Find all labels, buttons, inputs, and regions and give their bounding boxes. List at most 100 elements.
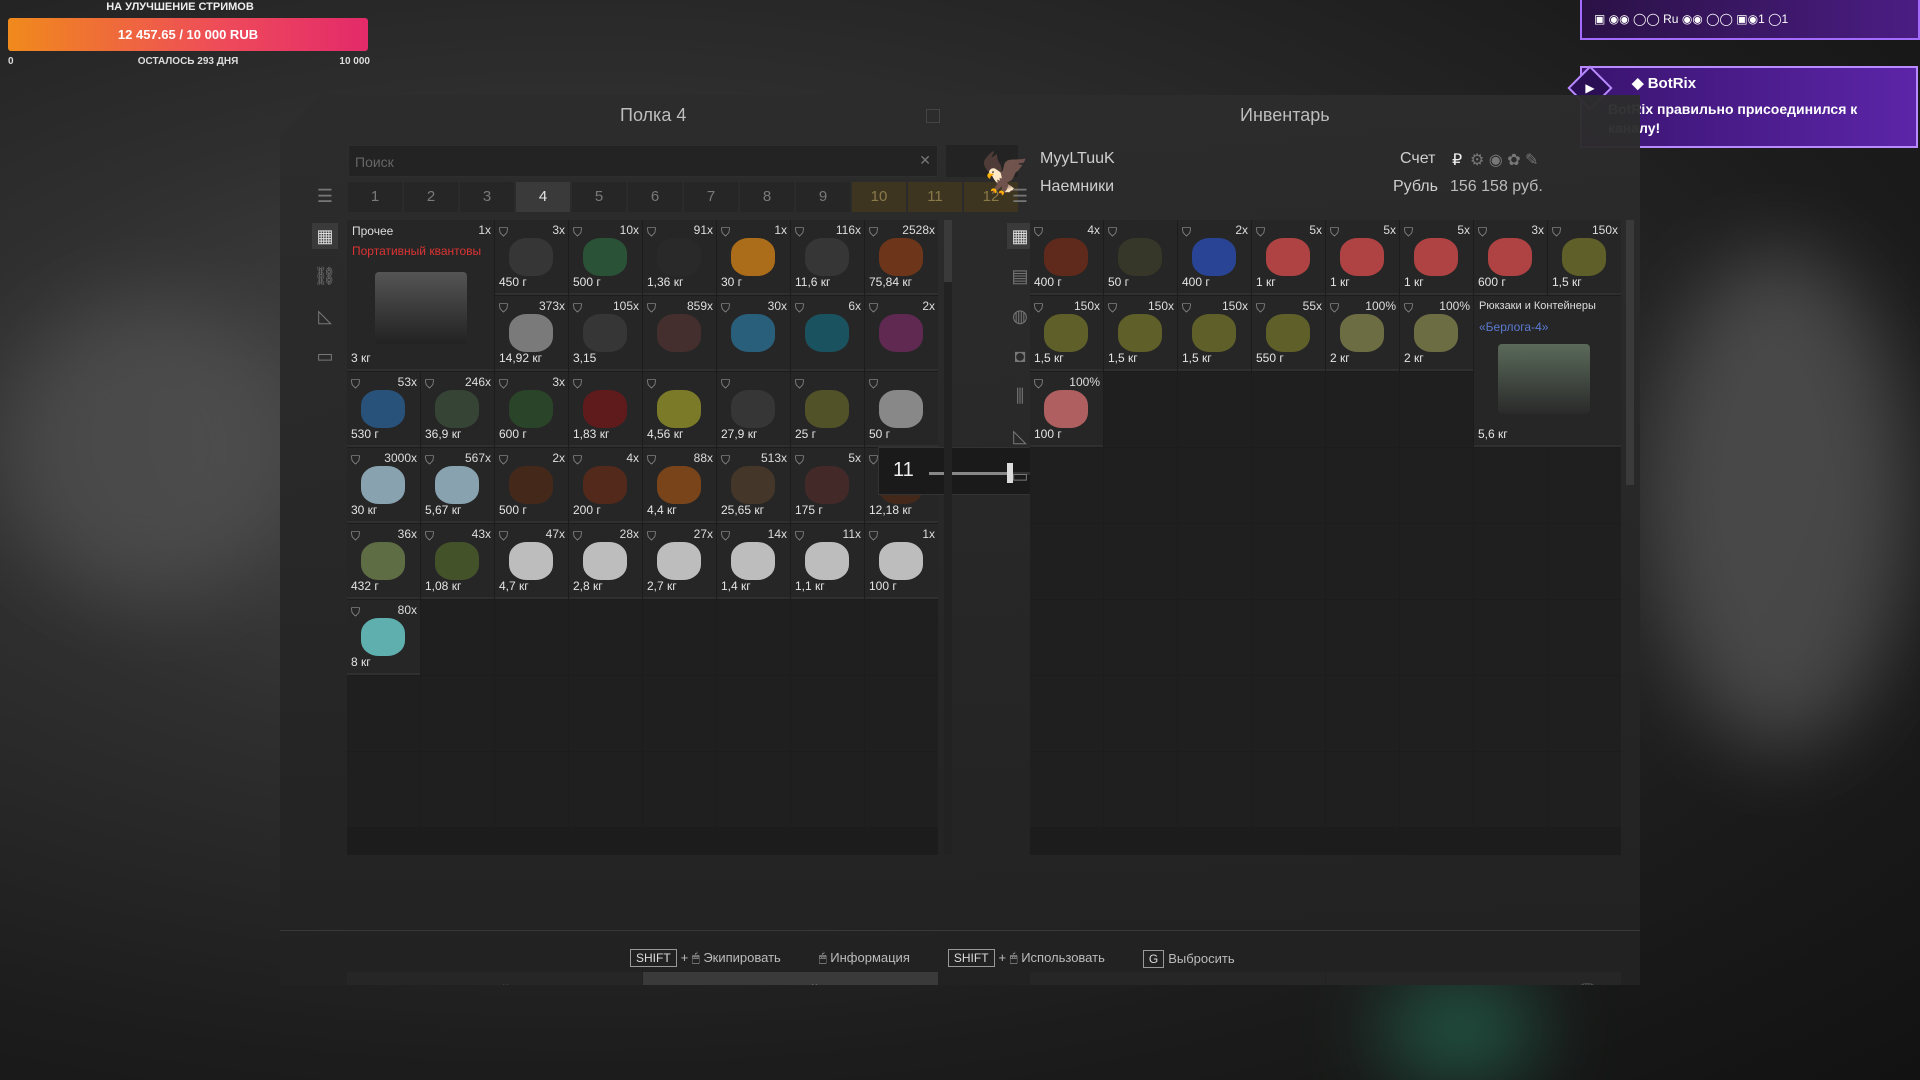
shelf-tab-11[interactable]: 11 (908, 182, 962, 212)
item-slot[interactable]: ⛉ 4x 200 г (569, 448, 642, 523)
empty-slot[interactable] (1400, 752, 1473, 827)
empty-slot[interactable] (347, 752, 420, 827)
shelf-info-icon[interactable] (926, 109, 940, 123)
empty-slot[interactable] (1474, 600, 1547, 675)
grid-view-icon[interactable]: ▦ (312, 223, 338, 249)
item-slot[interactable]: ⛉ 373x 14,92 кг (495, 296, 568, 371)
empty-slot[interactable] (1178, 524, 1251, 599)
clear-search-icon[interactable]: ✕ (919, 152, 931, 169)
shelf-tab-5[interactable]: 5 (572, 182, 626, 212)
empty-slot[interactable] (1474, 524, 1547, 599)
item-slot[interactable]: ⛉ 3x 450 г (495, 220, 568, 295)
empty-slot[interactable] (1252, 524, 1325, 599)
empty-slot[interactable] (1400, 676, 1473, 751)
item-slot[interactable]: ⛉ 53x 530 г (347, 372, 420, 447)
empty-slot[interactable] (1326, 600, 1399, 675)
shelf-scrollbar[interactable] (944, 220, 952, 282)
empty-slot[interactable] (1400, 524, 1473, 599)
shelf-tab-1[interactable]: 1 (348, 182, 402, 212)
featured-item[interactable]: Прочее 1x Портативный квантовы 3 кг (347, 220, 494, 371)
item-slot[interactable]: ⛉ 3000x 30 кг (347, 448, 420, 523)
empty-slot[interactable] (1400, 372, 1473, 447)
empty-slot[interactable] (1104, 524, 1177, 599)
search-input[interactable]: Поиск ✕ (348, 145, 938, 177)
item-slot[interactable]: ⛉ 4,56 кг (643, 372, 716, 447)
ruble-icon[interactable]: ₽ (1452, 150, 1462, 170)
empty-slot[interactable] (569, 752, 642, 827)
item-slot[interactable]: ⛉ 116x 11,6 кг (791, 220, 864, 295)
empty-slot[interactable] (1030, 524, 1103, 599)
item-slot[interactable]: ⛉ 4x 400 г (1030, 220, 1103, 295)
item-slot[interactable]: ⛉ 14x 1,4 кг (717, 524, 790, 599)
shelf-tab-4[interactable]: 4 (516, 182, 570, 212)
item-slot[interactable]: ⛉ 55x 550 г (1252, 296, 1325, 371)
empty-slot[interactable] (495, 752, 568, 827)
empty-slot[interactable] (495, 676, 568, 751)
item-slot[interactable]: ⛉ 567x 5,67 кг (421, 448, 494, 523)
empty-slot[interactable] (1474, 676, 1547, 751)
item-slot[interactable]: ⛉ 100% 2 кг (1326, 296, 1399, 371)
empty-slot[interactable] (1030, 752, 1103, 827)
empty-slot[interactable] (643, 752, 716, 827)
empty-slot[interactable] (1326, 676, 1399, 751)
empty-slot[interactable] (1030, 600, 1103, 675)
empty-slot[interactable] (421, 676, 494, 751)
empty-slot[interactable] (1104, 448, 1177, 523)
empty-slot[interactable] (1548, 448, 1621, 523)
shelf-tab-7[interactable]: 7 (684, 182, 738, 212)
item-slot[interactable]: ⛉ 10x 500 г (569, 220, 642, 295)
item-slot[interactable]: ⛉ 150x 1,5 кг (1030, 296, 1103, 371)
item-slot[interactable]: ⛉ 11x 1,1 кг (791, 524, 864, 599)
empty-slot[interactable] (717, 676, 790, 751)
link-icon[interactable]: ⛓ (312, 263, 338, 289)
item-slot[interactable]: ⛉ 36x 432 г (347, 524, 420, 599)
item-slot[interactable]: ⛉ 28x 2,8 кг (569, 524, 642, 599)
empty-slot[interactable] (1104, 676, 1177, 751)
empty-slot[interactable] (1252, 752, 1325, 827)
empty-slot[interactable] (643, 676, 716, 751)
item-slot[interactable]: ⛉ 6x (791, 296, 864, 371)
empty-slot[interactable] (1326, 524, 1399, 599)
item-slot[interactable]: ⛉ 1x 100 г (865, 524, 938, 599)
empty-slot[interactable] (865, 676, 938, 751)
item-slot[interactable]: ⛉ 246x 36,9 кг (421, 372, 494, 447)
empty-slot[interactable] (495, 600, 568, 675)
empty-slot[interactable] (1178, 676, 1251, 751)
item-slot[interactable]: ⛉ 100% 100 г (1030, 372, 1103, 447)
shelf-tab-2[interactable]: 2 (404, 182, 458, 212)
empty-slot[interactable] (1104, 752, 1177, 827)
empty-slot[interactable] (1252, 676, 1325, 751)
item-slot[interactable]: ⛉ 150x 1,5 кг (1178, 296, 1251, 371)
item-slot[interactable]: ⛉ 50 г (1104, 220, 1177, 295)
empty-slot[interactable] (1104, 372, 1177, 447)
empty-slot[interactable] (1548, 676, 1621, 751)
item-slot[interactable]: ⛉ 25 г (791, 372, 864, 447)
list-view-icon[interactable]: ☰ (1007, 183, 1033, 209)
box-icon[interactable]: ▭ (312, 343, 338, 369)
reserve-stash-tab[interactable]: Резервный склад (347, 972, 642, 985)
empty-slot[interactable] (1326, 372, 1399, 447)
item-slot[interactable]: ⛉ 80x 8 кг (347, 600, 420, 675)
empty-slot[interactable] (347, 676, 420, 751)
item-slot[interactable]: ⛉ 150x 1,5 кг (1104, 296, 1177, 371)
empty-slot[interactable] (1548, 752, 1621, 827)
empty-slot[interactable] (421, 752, 494, 827)
empty-slot[interactable] (717, 600, 790, 675)
empty-slot[interactable] (1178, 448, 1251, 523)
item-slot[interactable]: ⛉ 513x 25,65 кг (717, 448, 790, 523)
item-slot[interactable]: ⛉ 2x 500 г (495, 448, 568, 523)
item-slot[interactable]: ⛉ 5x 1 кг (1400, 220, 1473, 295)
empty-slot[interactable] (421, 600, 494, 675)
empty-slot[interactable] (717, 752, 790, 827)
empty-slot[interactable] (1474, 448, 1547, 523)
empty-slot[interactable] (1400, 600, 1473, 675)
empty-slot[interactable] (1252, 600, 1325, 675)
item-slot[interactable]: ⛉ 3x 600 г (1474, 220, 1547, 295)
item-slot[interactable]: ⛉ 43x 1,08 кг (421, 524, 494, 599)
item-slot[interactable]: ⛉ 859x (643, 296, 716, 371)
item-slot[interactable]: ⛉ 1x 30 г (717, 220, 790, 295)
item-slot[interactable]: ⛉ 1,83 кг (569, 372, 642, 447)
empty-slot[interactable] (791, 600, 864, 675)
item-slot[interactable]: ⛉ 88x 4,4 кг (643, 448, 716, 523)
ruler-icon[interactable]: ◺ (312, 303, 338, 329)
